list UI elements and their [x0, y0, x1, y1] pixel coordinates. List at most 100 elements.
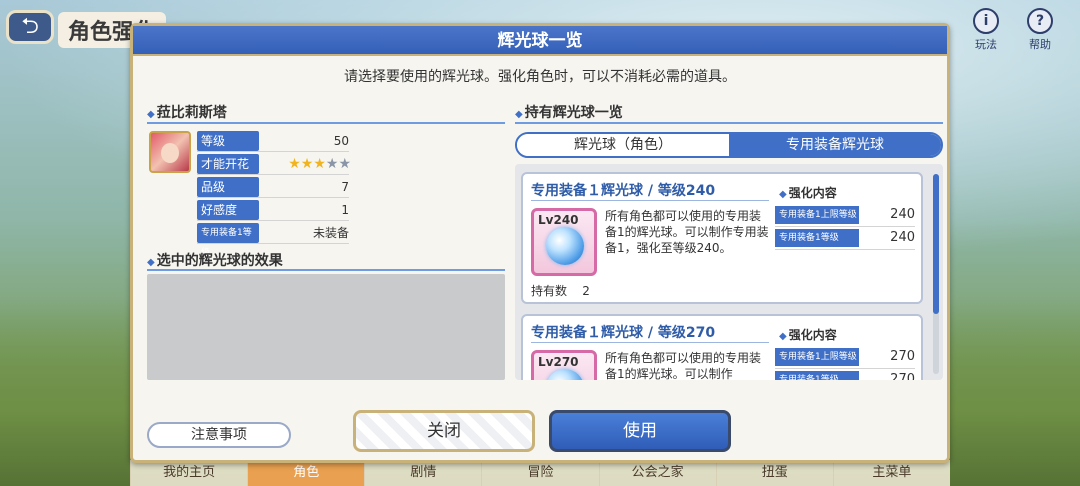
stat-exclusive-equip-level: 专用装备1等级 未装备	[197, 223, 349, 258]
orb-card[interactable]: 专用装备１辉光球 / 等级240 Lv240 所有角色都可以使用的专用装备1的辉…	[521, 172, 923, 304]
stat-label: 品级	[197, 177, 259, 197]
bottom-nav: 我的主页 角色 剧情 冒险 公会之家 扭蛋 主菜单	[130, 460, 950, 486]
portrait-face	[161, 143, 179, 163]
orb-description: 所有角色都可以使用的专用装备1的辉光球。可以制作	[605, 351, 762, 380]
orb-level-badge: Lv270	[538, 355, 579, 369]
divider	[147, 122, 505, 124]
star-empty-icon: ★	[325, 156, 339, 172]
glow-orb-icon	[546, 369, 584, 380]
scroll-thumb[interactable]	[933, 174, 939, 314]
stat-label: 等级	[197, 131, 259, 151]
use-button[interactable]: 使用	[549, 410, 731, 452]
orb-level-badge: Lv240	[538, 213, 579, 227]
enhance-label: 专用装备1等级	[775, 229, 859, 247]
owned-title: 持有辉光球一览	[524, 105, 623, 121]
dialog-instruction: 请选择要使用的辉光球。强化角色时，可以不消耗必需的道具。	[344, 69, 736, 85]
glow-orb-icon	[546, 227, 584, 265]
orb-list-dialog: 辉光球一览 请选择要使用的辉光球。强化角色时，可以不消耗必需的道具。 ◆ 菈比莉斯…	[130, 23, 950, 463]
orb-card[interactable]: 专用装备１辉光球 / 等级270 Lv270 所有角色都可以使用的专用装备1的辉…	[521, 314, 923, 380]
divider	[775, 249, 915, 250]
enhance-row: 专用装备1等级 270	[775, 371, 915, 380]
divider	[531, 200, 769, 201]
character-portrait	[149, 131, 191, 173]
notes-button[interactable]: 注意事项	[147, 422, 291, 448]
divider	[197, 174, 349, 175]
nav-story[interactable]: 剧情	[364, 460, 482, 486]
orb-quantity: 持有数 2	[531, 282, 590, 299]
info-icon: i	[973, 8, 999, 34]
info-button[interactable]: i 玩法	[966, 8, 1006, 54]
diamond-icon: ◆	[779, 331, 787, 342]
orb-tabs: 辉光球（角色） 专用装备辉光球	[515, 132, 943, 158]
divider	[197, 197, 349, 198]
stat-level: 等级 50	[197, 131, 349, 151]
effect-heading: ◆ 选中的辉光球的效果	[147, 250, 283, 270]
orb-list-scrollbar[interactable]	[933, 174, 939, 374]
nav-home[interactable]: 我的主页	[130, 460, 248, 486]
enhance-heading: ◆ 强化内容	[779, 326, 837, 343]
orb-list[interactable]: 专用装备１辉光球 / 等级240 Lv240 所有角色都可以使用的专用装备1的辉…	[515, 164, 943, 380]
stat-value: 50	[333, 134, 349, 148]
enhance-row: 专用装备1上限等级 270	[775, 348, 915, 366]
divider	[147, 269, 505, 271]
qty-label: 持有数	[531, 284, 568, 298]
dialog-header: 辉光球一览	[133, 26, 947, 56]
divider	[197, 151, 349, 152]
star-filled-icon: ★	[288, 156, 301, 172]
enhance-label: 专用装备1上限等级	[775, 206, 859, 224]
nav-gacha[interactable]: 扭蛋	[715, 460, 833, 486]
stat-rank: 品级 7	[197, 177, 349, 197]
stat-label: 专用装备1等级	[197, 223, 259, 258]
effect-title: 选中的辉光球的效果	[156, 253, 283, 269]
enhance-title: 强化内容	[788, 328, 837, 342]
star-filled-icon: ★	[313, 156, 326, 172]
info-label: 玩法	[975, 38, 997, 51]
stat-talent-bloom: 才能开花 ★★★★★	[197, 154, 351, 174]
divider	[197, 243, 349, 244]
nav-adventure[interactable]: 冒险	[481, 460, 599, 486]
stat-value: 7	[341, 180, 349, 194]
help-label: 帮助	[1029, 38, 1051, 51]
enhance-value: 270	[890, 372, 915, 380]
orb-description: 所有角色都可以使用的专用装备1的辉光球。可以制作专用装备1，强化至等级240。	[605, 209, 769, 255]
tab-equipment-orb[interactable]: 专用装备辉光球	[729, 134, 941, 156]
nav-menu[interactable]: 主菜单	[832, 460, 950, 486]
divider	[775, 368, 915, 369]
stat-affection: 好感度 1	[197, 200, 349, 220]
enhance-row: 专用装备1等级 240	[775, 229, 915, 247]
character-name: 菈比莉斯塔	[156, 105, 227, 121]
tab-character-orb[interactable]: 辉光球（角色）	[517, 134, 729, 156]
orb-title: 专用装备１辉光球 / 等级270	[531, 325, 716, 341]
diamond-icon: ◆	[515, 109, 523, 120]
enhance-label: 专用装备1等级	[775, 371, 859, 380]
owned-heading: ◆ 持有辉光球一览	[515, 102, 623, 122]
enhance-row: 专用装备1上限等级 240	[775, 206, 915, 224]
enhance-value: 270	[890, 349, 915, 364]
divider	[775, 226, 915, 227]
stat-value: 1	[341, 203, 349, 217]
orb-item-icon: Lv240	[531, 208, 597, 276]
enhance-value: 240	[890, 207, 915, 222]
qty-value: 2	[582, 284, 590, 298]
help-icon: ?	[1027, 8, 1053, 34]
nav-character[interactable]: 角色	[247, 460, 365, 486]
stat-value: 未装备	[312, 226, 349, 240]
enhance-label: 专用装备1上限等级	[775, 348, 859, 366]
divider	[515, 122, 943, 124]
star-empty-icon: ★	[338, 156, 351, 172]
diamond-icon: ◆	[147, 257, 155, 268]
dialog-title: 辉光球一览	[497, 31, 583, 51]
back-button[interactable]: ⮌	[6, 10, 54, 44]
stat-label: 好感度	[197, 200, 259, 220]
help-button[interactable]: ? 帮助	[1020, 8, 1060, 54]
orb-item-icon: Lv270	[531, 350, 597, 380]
effect-panel	[147, 274, 505, 380]
close-button[interactable]: 关闭	[353, 410, 535, 452]
enhance-title: 强化内容	[788, 186, 837, 200]
character-name-heading: ◆ 菈比莉斯塔	[147, 102, 227, 122]
diamond-icon: ◆	[779, 189, 787, 200]
nav-guild[interactable]: 公会之家	[598, 460, 716, 486]
star-filled-icon: ★	[300, 156, 314, 172]
divider	[531, 342, 769, 343]
enhance-value: 240	[890, 230, 915, 245]
